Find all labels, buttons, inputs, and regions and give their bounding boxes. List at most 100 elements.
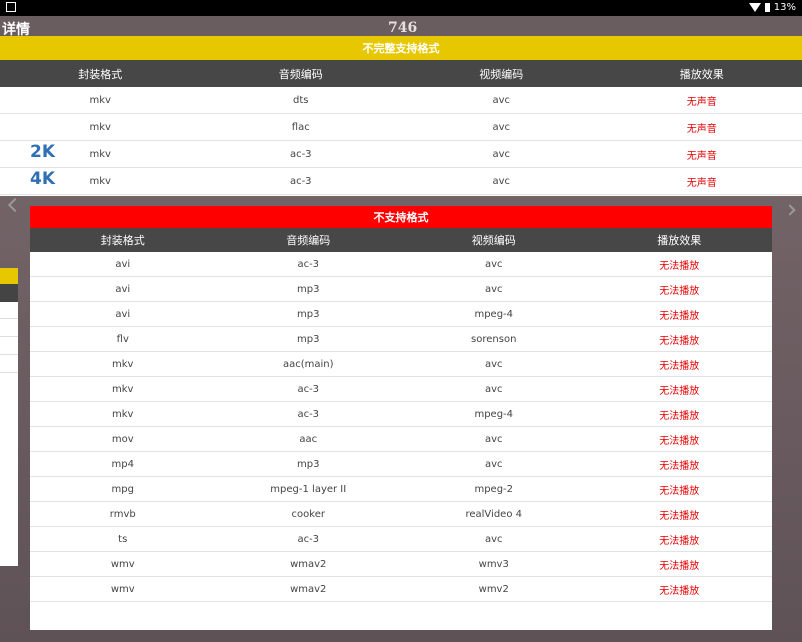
cell-audio: ac-3 bbox=[289, 175, 312, 187]
cell-video: mpeg-4 bbox=[474, 308, 514, 320]
cell-container: mkv bbox=[112, 383, 134, 395]
next-arrow-icon[interactable] bbox=[784, 204, 796, 216]
cell-video: avc bbox=[484, 283, 503, 295]
cell-container: avi bbox=[115, 308, 131, 320]
cell-video: avc bbox=[484, 533, 503, 545]
cell-effect: 无法播放 bbox=[659, 485, 700, 497]
previous-arrow-icon[interactable] bbox=[7, 197, 23, 213]
table-row: mpg mpeg-1 layer II mpeg-2 无法播放 bbox=[30, 477, 772, 502]
cell-audio: mp3 bbox=[297, 458, 320, 470]
cell-container: mov bbox=[111, 433, 134, 445]
cell-audio: aac bbox=[299, 433, 318, 445]
cell-effect: 无法播放 bbox=[659, 585, 700, 597]
cell-effect: 无法播放 bbox=[659, 335, 700, 347]
cell-effect: 无法播放 bbox=[659, 560, 700, 572]
header-video-codec: 视频编码 bbox=[479, 67, 524, 81]
cell-video: avc bbox=[484, 433, 503, 445]
cell-container: mkv bbox=[89, 94, 111, 106]
cell-container: mpg bbox=[111, 483, 134, 495]
cell-container: mkv bbox=[112, 358, 134, 370]
table-row: mp4 mp3 avc 无法播放 bbox=[30, 452, 772, 477]
cell-container: mp4 bbox=[111, 458, 134, 470]
cell-audio: ac-3 bbox=[297, 408, 320, 420]
cell-video: avc bbox=[484, 358, 503, 370]
cell-effect: 无法播放 bbox=[659, 460, 700, 472]
cell-container: flv bbox=[116, 333, 129, 345]
cell-audio: ac-3 bbox=[297, 258, 320, 270]
cell-effect: 无法播放 bbox=[659, 260, 700, 272]
table-row: avi ac-3 avc 无法播放 bbox=[30, 252, 772, 277]
cell-effect: 无法播放 bbox=[659, 310, 700, 322]
header-audio-codec: 音频编码 bbox=[286, 234, 331, 247]
cell-effect: 无法播放 bbox=[659, 510, 700, 522]
cell-video: avc bbox=[492, 148, 511, 160]
table-row: mkv ac-3 mpeg-4 无法播放 bbox=[30, 402, 772, 427]
unsupported-table-body: avi ac-3 avc 无法播放 avi mp3 avc 无法播放 avi mp3 mpeg-4 无… bbox=[30, 252, 772, 602]
cell-container: avi bbox=[115, 258, 131, 270]
cell-effect: 无法播放 bbox=[659, 435, 700, 447]
cell-effect: 无声音 bbox=[686, 177, 717, 189]
cell-effect: 无声音 bbox=[686, 150, 717, 162]
table-row: mkv ac-3 avc 无声音 bbox=[0, 141, 802, 168]
header-container: 封装格式 bbox=[78, 67, 123, 81]
cell-video: wmv2 bbox=[478, 583, 509, 595]
cell-effect: 无法播放 bbox=[659, 360, 700, 372]
table-row: wmv wmav2 wmv3 无法播放 bbox=[30, 552, 772, 577]
table-row: avi mp3 mpeg-4 无法播放 bbox=[30, 302, 772, 327]
cell-audio: mpeg-1 layer II bbox=[270, 483, 347, 495]
cell-video: avc bbox=[484, 258, 503, 270]
cell-container: avi bbox=[115, 283, 131, 295]
header-playback-effect: 播放效果 bbox=[657, 234, 702, 247]
header-audio-codec: 音频编码 bbox=[278, 67, 323, 81]
cell-video: avc bbox=[492, 121, 511, 133]
cell-container: mkv bbox=[112, 408, 134, 420]
background-episode-number: 746 bbox=[388, 20, 418, 36]
resolution-badge-4k: 4K bbox=[30, 169, 56, 189]
resolution-badge-2k: 2K bbox=[30, 142, 56, 162]
cell-container: wmv bbox=[110, 558, 135, 570]
unsupported-panel: 不支持格式 封装格式 音频编码 视频编码 播放效果 avi ac-3 avc 无法播放… bbox=[30, 206, 772, 630]
table-row: mkv flac avc 无声音 bbox=[0, 114, 802, 141]
cell-audio: ac-3 bbox=[289, 148, 312, 160]
cell-audio: wmav2 bbox=[290, 558, 327, 570]
table-row: mkv ac-3 avc 无声音 bbox=[0, 168, 802, 195]
gallery-icon bbox=[6, 2, 16, 12]
table-row: avi mp3 avc 无法播放 bbox=[30, 277, 772, 302]
wifi-icon bbox=[748, 3, 761, 12]
background-header: 详情 746 bbox=[0, 16, 802, 38]
cell-video: avc bbox=[492, 175, 511, 187]
cell-video: mpeg-2 bbox=[474, 483, 514, 495]
table-row: wmv wmav2 wmv2 无法播放 bbox=[30, 577, 772, 602]
partial-support-panel: 不完整支持格式 封装格式 音频编码 视频编码 播放效果 mkv dts avc … bbox=[0, 36, 802, 196]
cell-video: realVideo 4 bbox=[465, 508, 522, 520]
table-row: mkv aac(main) avc 无法播放 bbox=[30, 352, 772, 377]
partial-support-title: 不完整支持格式 bbox=[0, 36, 802, 60]
cell-container: ts bbox=[118, 533, 128, 545]
cell-container: rmvb bbox=[109, 508, 136, 520]
cell-video: wmv3 bbox=[478, 558, 509, 570]
unsupported-title: 不支持格式 bbox=[30, 206, 772, 228]
cell-effect: 无法播放 bbox=[659, 535, 700, 547]
cell-video: mpeg-4 bbox=[474, 408, 514, 420]
status-bar: 13% bbox=[0, 0, 802, 16]
cell-effect: 无法播放 bbox=[659, 385, 700, 397]
header-video-codec: 视频编码 bbox=[471, 234, 516, 247]
cell-container: wmv bbox=[110, 583, 135, 595]
cell-audio: flac bbox=[291, 121, 310, 133]
background-card-header bbox=[0, 268, 18, 284]
table-row: ts ac-3 avc 无法播放 bbox=[30, 527, 772, 552]
cell-audio: ac-3 bbox=[297, 383, 320, 395]
table-row: mkv ac-3 avc 无法播放 bbox=[30, 377, 772, 402]
unsupported-table-header: 封装格式 音频编码 视频编码 播放效果 bbox=[30, 228, 772, 252]
table-row: mov aac avc 无法播放 bbox=[30, 427, 772, 452]
table-row: flv mp3 sorenson 无法播放 bbox=[30, 327, 772, 352]
cell-audio: dts bbox=[293, 94, 309, 106]
table-row: mkv dts avc 无声音 bbox=[0, 87, 802, 114]
background-card bbox=[0, 268, 18, 566]
battery-percent: 13% bbox=[773, 2, 796, 13]
cell-audio: mp3 bbox=[297, 333, 320, 345]
cell-audio: ac-3 bbox=[297, 533, 320, 545]
cell-video: avc bbox=[492, 94, 511, 106]
cell-audio: cooker bbox=[291, 508, 325, 520]
table-row: rmvb cooker realVideo 4 无法播放 bbox=[30, 502, 772, 527]
